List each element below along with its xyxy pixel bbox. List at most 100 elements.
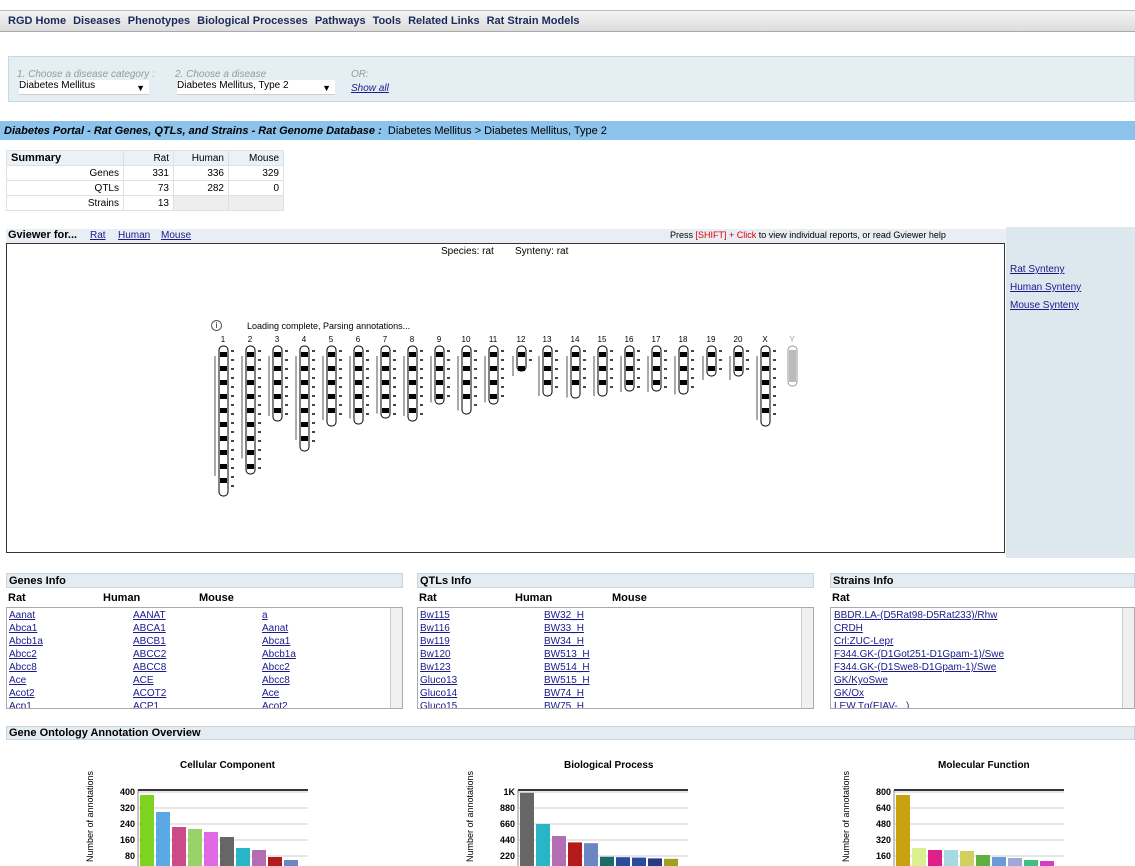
- chart-bar[interactable]: [912, 848, 926, 866]
- nav-diseases[interactable]: Diseases: [73, 15, 121, 27]
- gviewer-mouse-link[interactable]: Mouse: [161, 230, 191, 241]
- chart-bar[interactable]: [220, 837, 234, 866]
- annotation-mark[interactable]: [474, 350, 477, 352]
- chart-bar[interactable]: [664, 858, 678, 866]
- annotation-mark[interactable]: [501, 350, 504, 352]
- list-item[interactable]: Abcb1a: [9, 636, 43, 647]
- annotation-mark[interactable]: [610, 350, 613, 352]
- annotation-mark[interactable]: [746, 350, 749, 352]
- list-item[interactable]: ACOT2: [133, 688, 166, 699]
- annotation-mark[interactable]: [664, 377, 667, 379]
- annotation-mark[interactable]: [420, 404, 423, 406]
- annotation-mark[interactable]: [312, 422, 315, 424]
- annotation-mark[interactable]: [583, 386, 586, 388]
- list-item[interactable]: GK/KyoSwe: [834, 675, 888, 686]
- chart-bar[interactable]: [536, 824, 550, 866]
- annotation-mark[interactable]: [285, 386, 288, 388]
- list-item[interactable]: GK/Ox: [834, 688, 864, 699]
- chart-bar[interactable]: [896, 795, 910, 866]
- annotation-mark[interactable]: [258, 422, 261, 424]
- chromosome[interactable]: [733, 345, 744, 377]
- chart-bar[interactable]: [616, 857, 630, 866]
- chart-bar[interactable]: [140, 795, 154, 866]
- annotation-mark[interactable]: [474, 404, 477, 406]
- annotation-mark[interactable]: [312, 386, 315, 388]
- nav-rgd-home[interactable]: RGD Home: [8, 15, 66, 27]
- annotation-mark[interactable]: [231, 350, 234, 352]
- annotation-mark[interactable]: [231, 485, 234, 487]
- annotation-mark[interactable]: [339, 404, 342, 406]
- annotation-mark[interactable]: [231, 476, 234, 478]
- annotation-mark[interactable]: [231, 377, 234, 379]
- annotation-mark[interactable]: [366, 359, 369, 361]
- list-item[interactable]: Abca1: [9, 623, 37, 634]
- annotation-mark[interactable]: [610, 386, 613, 388]
- annotation-mark[interactable]: [231, 440, 234, 442]
- annotation-mark[interactable]: [555, 359, 558, 361]
- annotation-mark[interactable]: [312, 377, 315, 379]
- annotation-mark[interactable]: [447, 350, 450, 352]
- list-item[interactable]: LEW.Tg(EIAV-...): [834, 701, 909, 708]
- annotation-mark[interactable]: [258, 458, 261, 460]
- list-item[interactable]: Abcc2: [262, 662, 290, 673]
- list-item[interactable]: Aanat: [9, 610, 35, 621]
- list-item[interactable]: ABCB1: [133, 636, 166, 647]
- annotation-mark[interactable]: [366, 404, 369, 406]
- chart-bar[interactable]: [188, 829, 202, 866]
- annotation-mark[interactable]: [420, 359, 423, 361]
- annotation-mark[interactable]: [501, 377, 504, 379]
- annotation-mark[interactable]: [366, 368, 369, 370]
- annotation-mark[interactable]: [231, 467, 234, 469]
- list-item[interactable]: Ace: [9, 675, 26, 686]
- annotation-mark[interactable]: [746, 368, 749, 370]
- annotation-mark[interactable]: [231, 458, 234, 460]
- annotation-mark[interactable]: [773, 350, 776, 352]
- show-all-link[interactable]: Show all: [351, 83, 389, 94]
- list-item[interactable]: ACE: [133, 675, 154, 686]
- annotation-mark[interactable]: [312, 368, 315, 370]
- annotation-mark[interactable]: [339, 413, 342, 415]
- annotation-mark[interactable]: [719, 350, 722, 352]
- annotation-mark[interactable]: [393, 359, 396, 361]
- annotation-mark[interactable]: [258, 467, 261, 469]
- chart-bar[interactable]: [1024, 860, 1038, 866]
- annotation-mark[interactable]: [637, 368, 640, 370]
- list-item[interactable]: BW34_H: [544, 636, 584, 647]
- list-item[interactable]: Gluco15: [420, 701, 457, 708]
- gviewer-canvas[interactable]: Species: rat Synteny: rat i Loading comp…: [6, 243, 1005, 553]
- chart-bar[interactable]: [268, 857, 282, 866]
- annotation-mark[interactable]: [637, 359, 640, 361]
- annotation-mark[interactable]: [529, 350, 532, 352]
- annotation-mark[interactable]: [339, 368, 342, 370]
- annotation-mark[interactable]: [231, 395, 234, 397]
- list-item[interactable]: Bw123: [420, 662, 451, 673]
- annotation-mark[interactable]: [555, 386, 558, 388]
- annotation-mark[interactable]: [366, 377, 369, 379]
- chart-bar[interactable]: [944, 850, 958, 866]
- annotation-mark[interactable]: [231, 386, 234, 388]
- list-item[interactable]: Acot2: [262, 701, 288, 708]
- rat-synteny-link[interactable]: Rat Synteny: [1010, 264, 1064, 275]
- annotation-mark[interactable]: [501, 359, 504, 361]
- chart-bar[interactable]: [584, 843, 598, 866]
- annotation-mark[interactable]: [691, 377, 694, 379]
- annotation-mark[interactable]: [529, 359, 532, 361]
- annotation-mark[interactable]: [583, 377, 586, 379]
- annotation-mark[interactable]: [231, 404, 234, 406]
- nav-related-links[interactable]: Related Links: [408, 15, 480, 27]
- annotation-mark[interactable]: [312, 359, 315, 361]
- list-item[interactable]: Ace: [262, 688, 279, 699]
- annotation-mark[interactable]: [312, 413, 315, 415]
- annotation-mark[interactable]: [664, 368, 667, 370]
- annotation-mark[interactable]: [447, 359, 450, 361]
- list-item[interactable]: Acp1: [9, 701, 32, 708]
- list-item[interactable]: a: [262, 610, 268, 621]
- annotation-mark[interactable]: [393, 395, 396, 397]
- qtls-list[interactable]: Bw115 BW32_H Bw116 BW33_H Bw119 BW34_H Bw120 BW…: [417, 607, 814, 709]
- annotation-mark[interactable]: [420, 350, 423, 352]
- annotation-mark[interactable]: [339, 350, 342, 352]
- annotation-mark[interactable]: [420, 413, 423, 415]
- chart-bar[interactable]: [236, 848, 250, 866]
- list-item[interactable]: F344.GK-(D1Got251-D1Gpam-1)/Swe: [834, 649, 1004, 660]
- annotation-mark[interactable]: [258, 413, 261, 415]
